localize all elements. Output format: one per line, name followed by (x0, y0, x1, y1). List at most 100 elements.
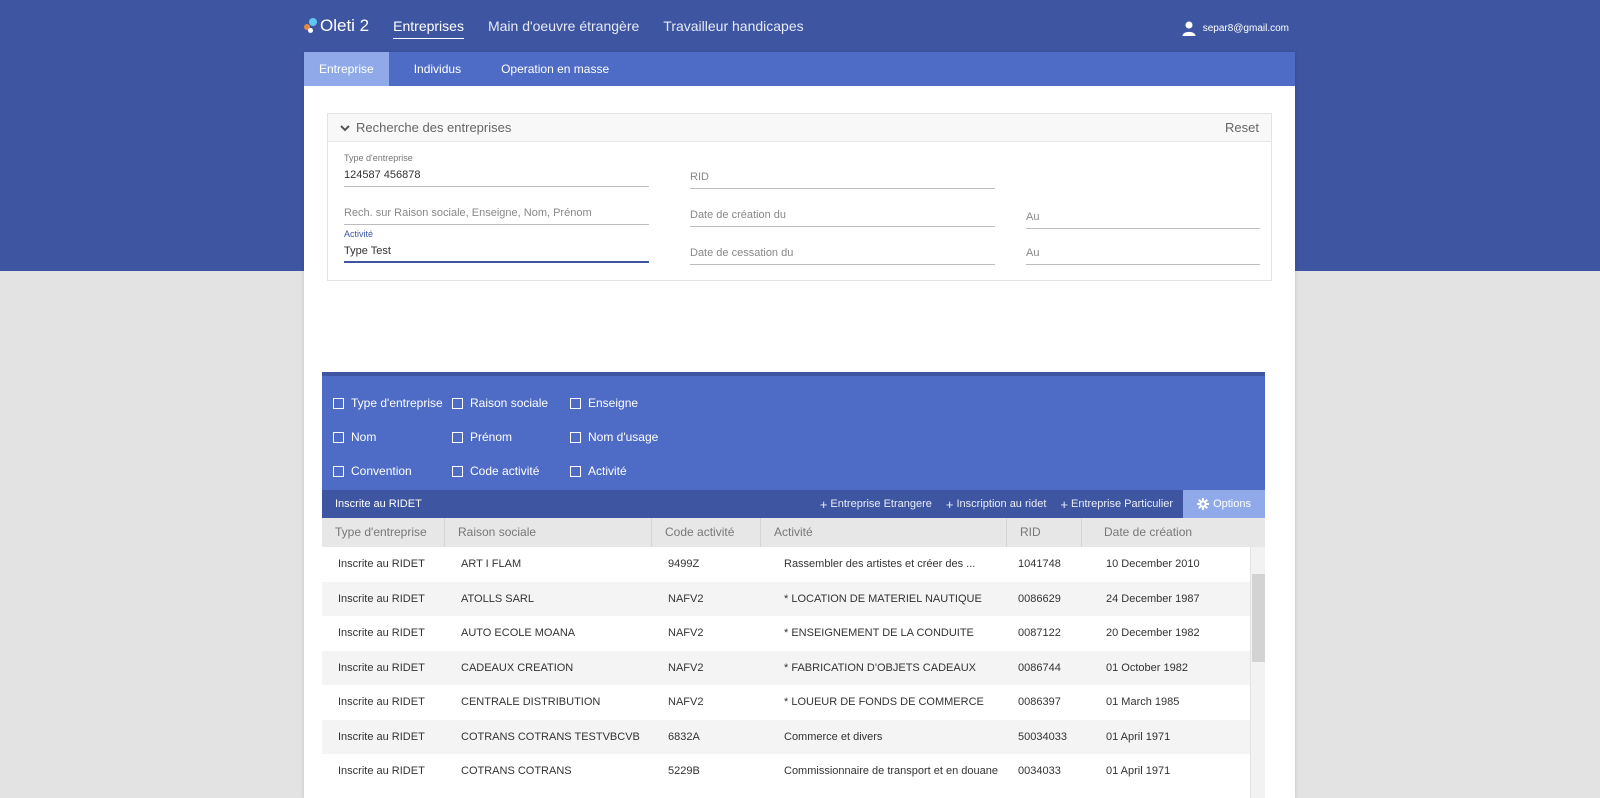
cell-activite: * LOUEUR DE FONDS DE COMMERCE (784, 696, 984, 709)
activite-label: Activité (344, 229, 374, 239)
plus-icon: + (819, 496, 828, 512)
checkbox[interactable] (333, 465, 344, 477)
nav-main-oeuvre-etrangere[interactable]: Main d'oeuvre étrangère (488, 14, 639, 38)
search-panel-title: Recherche des entreprises (356, 120, 512, 135)
cell-raison-sociale: COTRANS COTRANS TESTVBCVB (461, 730, 640, 743)
column-header-date-creation[interactable]: Date de création (1082, 518, 1265, 547)
checkbox[interactable] (570, 431, 581, 443)
raison-sociale-search-placeholder: Rech. sur Raison sociale, Enseigne, Nom,… (344, 207, 592, 219)
table-row[interactable]: Inscrite au RIDET AUTO ECOLE MOANA NAFV2… (322, 616, 1265, 651)
button-label: Entreprise Particulier (1070, 498, 1174, 510)
table-row[interactable]: Inscrite au RIDET COTRANS COTRANS TESTVB… (322, 719, 1265, 754)
date-cessation-au-placeholder: Au (1026, 247, 1040, 259)
add-entreprise-particulier-button[interactable]: + Entreprise Particulier (1060, 497, 1173, 512)
cell-activite: Rassembler des artistes et créer des ... (784, 558, 976, 571)
scrollbar-thumb[interactable] (1252, 574, 1265, 662)
cell-activite: * LOCATION DE MATERIEL NAUTIQUE (784, 592, 982, 605)
checkbox[interactable] (333, 431, 344, 443)
date-cessation-field[interactable]: Date de cessation du (690, 247, 995, 265)
date-cessation-placeholder: Date de cessation du (690, 247, 794, 259)
button-label: Entreprise Etrangere (830, 498, 932, 510)
brand-logo[interactable]: Oleti 2 (304, 16, 369, 36)
column-toggle-enseigne[interactable]: Enseigne (570, 396, 638, 410)
date-cessation-au-field[interactable]: Au (1026, 247, 1260, 265)
column-header-type-entreprise[interactable]: Type d'entreprise (322, 518, 445, 547)
date-creation-au-placeholder: Au (1026, 211, 1040, 223)
user-menu[interactable]: separ8@gmail.com (1181, 20, 1289, 36)
checkbox[interactable] (452, 431, 463, 443)
column-toggle-raison-sociale[interactable]: Raison sociale (452, 396, 548, 410)
cell-raison-sociale: ATOLLS SARL (461, 592, 534, 605)
logo-icon (304, 18, 318, 34)
options-button[interactable]: Options (1183, 490, 1265, 518)
table-row[interactable]: Inscrite au RIDET CADEAUX CREATION NAFV2… (322, 650, 1265, 685)
checkbox[interactable] (333, 397, 344, 409)
column-toggle-type-entreprise[interactable]: Type d'entreprise (333, 396, 443, 410)
raison-sociale-search-field[interactable]: Rech. sur Raison sociale, Enseigne, Nom,… (344, 207, 649, 225)
button-label: Inscription au ridet (956, 498, 1047, 510)
cell-date-creation: 10 December 2010 (1106, 558, 1200, 571)
column-header-activite[interactable]: Activité (761, 518, 1007, 547)
app-container: Oleti 2 Entreprises Main d'oeuvre étrang… (304, 0, 1295, 798)
table-row[interactable]: Inscrite au RIDET CENTRALE DISTRIBUTION … (322, 685, 1265, 720)
table-row[interactable]: Inscrite au RIDET ART I FLAM 9499Z Rasse… (322, 547, 1265, 582)
add-inscription-ridet-button[interactable]: + Inscription au ridet (946, 497, 1046, 512)
date-creation-au-field[interactable]: Au (1026, 211, 1260, 229)
cell-code-activite: 9499Z (668, 558, 700, 571)
brand-name: Oleti 2 (320, 16, 370, 35)
grid-body: Inscrite au RIDET ART I FLAM 9499Z Rasse… (322, 547, 1265, 798)
grid-header: Type d'entreprise Raison sociale Code ac… (322, 518, 1265, 547)
reset-button[interactable]: Reset (1225, 120, 1259, 135)
user-email: separ8@gmail.com (1202, 22, 1289, 34)
tab-operation-en-masse[interactable]: Operation en masse (486, 52, 624, 86)
date-creation-placeholder: Date de création du (690, 209, 787, 221)
search-panel-header[interactable]: Recherche des entreprises Reset (328, 114, 1271, 142)
column-toggle-prenom[interactable]: Prénom (452, 430, 512, 444)
cell-code-activite: 6832A (668, 730, 700, 743)
cell-date-creation: 24 December 1987 (1106, 592, 1200, 605)
column-toggle-activite[interactable]: Activité (570, 464, 627, 478)
main-card: Entreprise Individus Operation en masse … (304, 52, 1295, 798)
gear-icon (1197, 498, 1210, 510)
cell-code-activite: 5229B (668, 765, 700, 778)
search-panel: Recherche des entreprises Reset Type d'e… (327, 113, 1272, 281)
rid-field[interactable]: RID (690, 171, 995, 189)
cell-activite: Commissionnaire de transport et en douan… (784, 765, 999, 778)
user-icon (1182, 21, 1196, 36)
checkbox-label: Code activité (470, 464, 540, 478)
nav-travailleur-handicapes[interactable]: Travailleur handicapes (663, 14, 803, 38)
column-toggle-code-activite[interactable]: Code activité (452, 464, 539, 478)
grid-scrollbar[interactable] (1250, 547, 1265, 798)
column-header-code-activite[interactable]: Code activité (652, 518, 761, 547)
cell-type-entreprise: Inscrite au RIDET (338, 696, 425, 709)
column-toggle-nom-usage[interactable]: Nom d'usage (570, 430, 658, 444)
tab-entreprise[interactable]: Entreprise (304, 52, 389, 86)
column-toggle-convention[interactable]: Convention (333, 464, 412, 478)
plus-icon: + (945, 496, 954, 512)
column-toggle-nom[interactable]: Nom (333, 430, 376, 444)
checkbox[interactable] (570, 465, 581, 477)
cell-code-activite: NAFV2 (668, 696, 704, 709)
date-creation-field[interactable]: Date de création du (690, 209, 995, 227)
column-selector-panel: Type d'entreprise Raison sociale Enseign… (322, 372, 1265, 490)
table-row[interactable]: Inscrite au RIDET COTRANS COTRANS 5229B … (322, 754, 1265, 789)
tab-individus[interactable]: Individus (399, 52, 476, 86)
cell-date-creation: 01 October 1982 (1106, 661, 1188, 674)
column-header-raison-sociale[interactable]: Raison sociale (445, 518, 652, 547)
checkbox[interactable] (452, 465, 463, 477)
cell-rid: 0034033 (1018, 765, 1061, 778)
nav-entreprises[interactable]: Entreprises (393, 14, 464, 39)
cell-raison-sociale: AUTO ECOLE MOANA (461, 627, 576, 640)
type-entreprise-field[interactable]: Type d'entreprise 124587 456878 (344, 153, 649, 187)
type-entreprise-value: 124587 456878 (344, 169, 421, 181)
cell-code-activite: NAFV2 (668, 592, 704, 605)
add-entreprise-etrangere-button[interactable]: + Entreprise Etrangere (820, 497, 932, 512)
activite-field[interactable]: Activité Type Test (344, 229, 649, 263)
cell-type-entreprise: Inscrite au RIDET (338, 627, 425, 640)
checkbox[interactable] (452, 397, 463, 409)
cell-date-creation: 20 December 1982 (1106, 627, 1200, 640)
table-row[interactable]: Inscrite au RIDET ATOLLS SARL NAFV2 * LO… (322, 581, 1265, 616)
cell-type-entreprise: Inscrite au RIDET (338, 661, 425, 674)
column-header-rid[interactable]: RID (1007, 518, 1082, 547)
checkbox[interactable] (570, 397, 581, 409)
